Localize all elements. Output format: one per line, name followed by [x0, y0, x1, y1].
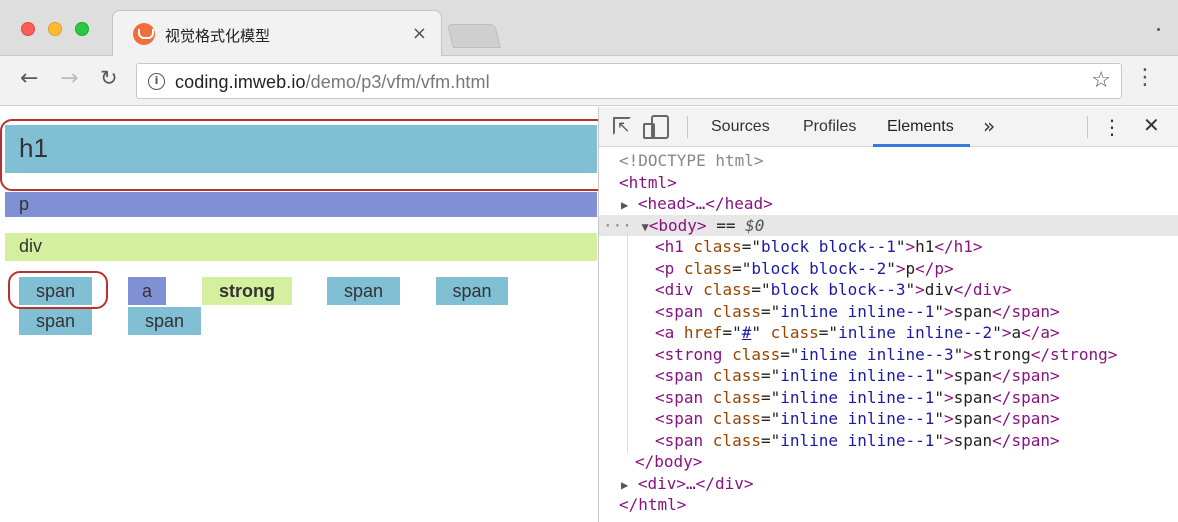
div-block: div [5, 233, 597, 261]
collapse-triangle-icon[interactable]: ▼ [642, 220, 649, 234]
expand-triangle-icon[interactable]: ▶ [621, 198, 628, 212]
dom-node-p[interactable]: <p class="block block--2">p</p> [599, 258, 1178, 280]
info-icon[interactable]: i [148, 73, 165, 90]
inline-span: span [128, 307, 201, 335]
browser-toolbar: ← → ↻ i coding.imweb.io/demo/p3/vfm/vfm.… [0, 56, 1178, 106]
dom-node-div[interactable]: ▶ <div>…</div> [599, 473, 1178, 495]
close-window-button[interactable] [21, 22, 35, 36]
more-tabs-icon[interactable]: » [983, 114, 995, 138]
dom-node-span[interactable]: <span class="inline inline--1">span</spa… [599, 408, 1178, 430]
favicon-icon [133, 23, 155, 45]
page-viewport: h1 p div span a strong span span span sp… [0, 107, 598, 522]
dom-node-h1[interactable]: <h1 class="block block--1">h1</h1> [599, 236, 1178, 258]
h1-annotation-circle [0, 119, 598, 191]
dom-node-body-close[interactable]: </body> [599, 451, 1178, 473]
dom-node-html-close[interactable]: </html> [599, 494, 1178, 516]
dom-node-span[interactable]: <span class="inline inline--1">span</spa… [599, 365, 1178, 387]
new-tab-button[interactable] [447, 24, 501, 48]
dom-node-html[interactable]: <html> [599, 172, 1178, 194]
dom-node-span[interactable]: <span class="inline inline--1">span</spa… [599, 301, 1178, 323]
forward-arrow-icon[interactable]: → [60, 66, 78, 91]
dom-node-head[interactable]: ▶ <head>…</head> [599, 193, 1178, 215]
span-annotation-circle [8, 271, 108, 309]
devtools-close-icon[interactable]: ✕ [1143, 113, 1160, 137]
dom-node-doctype[interactable]: <!DOCTYPE html> [599, 150, 1178, 172]
dom-node-body[interactable]: ··· ▼<body> == $0 [599, 214, 1178, 236]
dom-node-div[interactable]: <div class="block block--3">div</div> [599, 279, 1178, 301]
inline-strong: strong [202, 277, 292, 305]
p-block: p [5, 192, 597, 217]
inline-span: span [436, 277, 508, 305]
dom-node-span[interactable]: <span class="inline inline--1">span</spa… [599, 430, 1178, 452]
tab-title: 视觉格式化模型 [165, 27, 271, 45]
toolbar-divider [1087, 116, 1088, 138]
device-toolbar-icon[interactable] [643, 115, 669, 139]
dom-node-span[interactable]: <span class="inline inline--1">span</spa… [599, 387, 1178, 409]
minimize-window-button[interactable] [48, 22, 62, 36]
href-link[interactable]: # [742, 323, 752, 342]
inspect-element-icon[interactable] [613, 117, 631, 136]
back-arrow-icon[interactable]: ← [20, 66, 38, 91]
titlebar-dot [1157, 28, 1160, 31]
toolbar-divider [687, 116, 688, 138]
tab-close-icon[interactable]: × [412, 23, 427, 44]
inline-span: span [327, 277, 400, 305]
kebab-menu-icon[interactable]: ⋮ [1134, 64, 1156, 92]
zoom-window-button[interactable] [75, 22, 89, 36]
dom-node-strong[interactable]: <strong class="inline inline--3">strong<… [599, 344, 1178, 366]
star-icon[interactable]: ☆ [1091, 68, 1111, 93]
expand-triangle-icon[interactable]: ▶ [621, 478, 628, 492]
dom-node-a[interactable]: <a href="#" class="inline inline--2">a</… [599, 322, 1178, 344]
address-bar[interactable]: i coding.imweb.io/demo/p3/vfm/vfm.html ☆ [136, 63, 1122, 99]
tab-sources[interactable]: Sources [711, 118, 770, 136]
reload-icon[interactable]: ↻ [100, 66, 118, 90]
tab-elements[interactable]: Elements [887, 118, 954, 136]
inline-link[interactable]: a [128, 277, 166, 305]
indent-guide [627, 233, 628, 453]
window-titlebar: 视觉格式化模型 × [0, 0, 1178, 57]
devtools-menu-icon[interactable]: ⋮ [1102, 115, 1122, 139]
dom-tree: <!DOCTYPE html> <html> ▶ <head>…</head> … [599, 147, 1178, 522]
devtools-toolbar: Sources Profiles Elements » ⋮ ✕ [599, 107, 1178, 147]
inline-span: span [19, 307, 92, 335]
browser-tab[interactable]: 视觉格式化模型 × [112, 10, 442, 57]
devtools-panel: Sources Profiles Elements » ⋮ ✕ <!DOCTYP… [598, 107, 1178, 522]
tab-profiles[interactable]: Profiles [803, 118, 856, 136]
url-text[interactable]: coding.imweb.io/demo/p3/vfm/vfm.html [175, 72, 490, 93]
